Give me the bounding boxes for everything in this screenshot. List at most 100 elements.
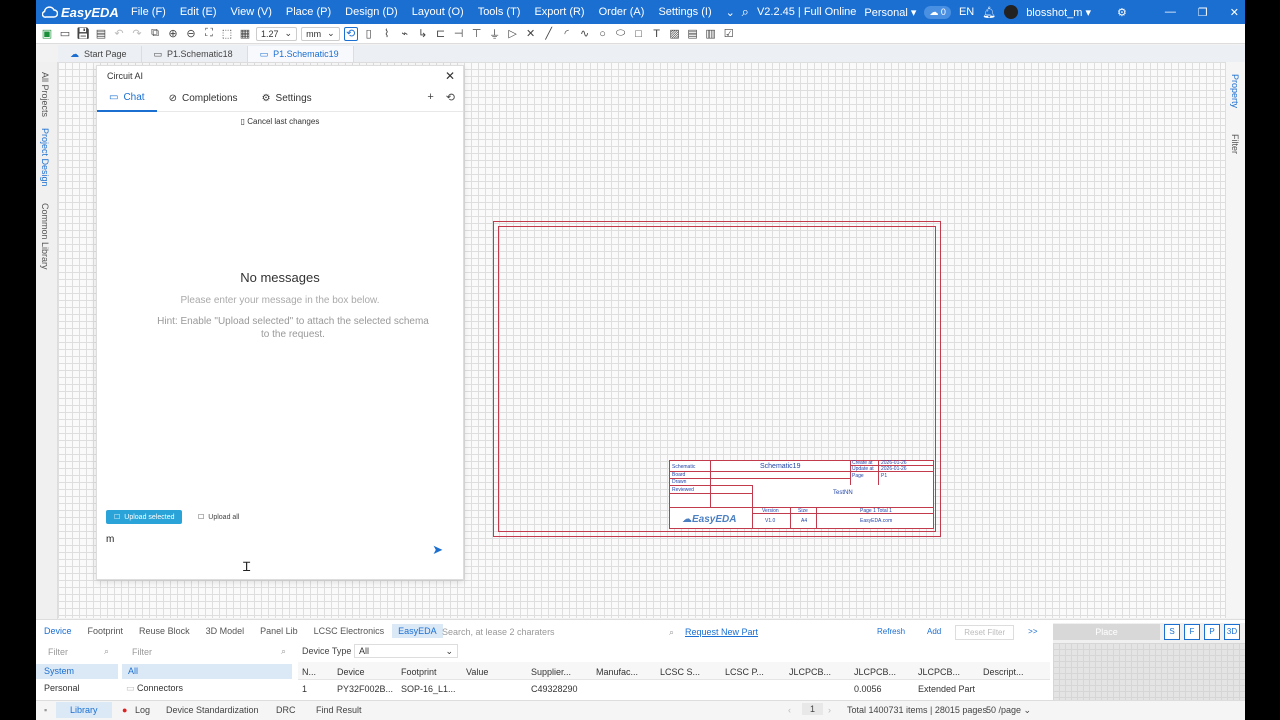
- upload-all-toggle[interactable]: ☐ Upload all: [192, 510, 245, 524]
- page-number[interactable]: 1: [802, 703, 824, 715]
- rail-project-design[interactable]: Project Design: [40, 128, 50, 187]
- view-symbol-button[interactable]: S: [1164, 624, 1180, 640]
- request-new-part-link[interactable]: Request New Part: [685, 627, 758, 637]
- tab-3d-model[interactable]: 3D Model: [198, 626, 253, 636]
- next-page-icon[interactable]: ›: [828, 705, 831, 715]
- bell-icon[interactable]: 🔔︎: [982, 6, 996, 19]
- new-chat-icon[interactable]: +: [427, 91, 433, 104]
- text-icon[interactable]: T: [650, 27, 664, 41]
- zoom-area-icon[interactable]: ⬚: [220, 27, 234, 41]
- status-tab-device-standardization[interactable]: Device Standardization: [166, 705, 259, 715]
- col-value[interactable]: Value: [466, 667, 488, 677]
- fit-icon[interactable]: ⛶: [202, 27, 216, 41]
- rail-filter[interactable]: Filter: [1230, 134, 1240, 154]
- status-tab-library[interactable]: Library: [56, 702, 112, 718]
- library-row-system[interactable]: System: [36, 664, 118, 679]
- col-n[interactable]: N...: [302, 667, 316, 677]
- tab-chat[interactable]: ▭ Chat: [97, 86, 157, 112]
- bus-icon[interactable]: ⌁: [398, 27, 412, 41]
- tab-lcsc-electronics[interactable]: LCSC Electronics: [306, 626, 393, 636]
- undo-icon[interactable]: ↶: [112, 27, 126, 41]
- status-tab-log[interactable]: Log: [135, 705, 150, 715]
- status-tab-find-result[interactable]: Find Result: [316, 705, 362, 715]
- col-description[interactable]: Descript...: [983, 667, 1024, 677]
- tab-schematic19[interactable]: ▭ P1.Schematic19: [247, 46, 354, 62]
- tab-device[interactable]: Device: [36, 626, 80, 636]
- library-filter-input[interactable]: Filter: [48, 647, 68, 657]
- menu-view[interactable]: View (V): [224, 6, 279, 19]
- cancel-last-changes-button[interactable]: ▯ Cancel last changes: [97, 112, 463, 126]
- copy-icon[interactable]: ⧉: [148, 27, 162, 41]
- wire-icon[interactable]: ⌇: [380, 27, 394, 41]
- rail-property[interactable]: Property: [1230, 74, 1240, 108]
- save-icon[interactable]: 💾︎: [76, 27, 90, 41]
- col-footprint[interactable]: Footprint: [401, 667, 437, 677]
- bom-icon[interactable]: ▥: [704, 27, 718, 41]
- menu-file[interactable]: File (F): [124, 6, 173, 19]
- cross-icon[interactable]: ✕: [524, 27, 538, 41]
- tab-settings[interactable]: ⚙ Settings: [250, 86, 324, 112]
- language-button[interactable]: EN: [959, 6, 974, 18]
- rail-common-library[interactable]: Common Library: [40, 203, 50, 270]
- col-lcsc-stock[interactable]: LCSC S...: [660, 667, 700, 677]
- search-icon[interactable]: ⌕: [281, 646, 286, 657]
- new-project-icon[interactable]: ▣: [40, 27, 54, 41]
- drc-icon[interactable]: ☑: [722, 27, 736, 41]
- tab-start-page[interactable]: ☁ Start Page: [58, 46, 142, 62]
- menu-export[interactable]: Export (R): [527, 6, 591, 19]
- avatar[interactable]: [1004, 5, 1019, 19]
- chat-input[interactable]: [106, 532, 406, 546]
- col-supplier[interactable]: Supplier...: [531, 667, 571, 677]
- col-lcsc-price[interactable]: LCSC P...: [725, 667, 764, 677]
- gear-icon[interactable]: ⚙: [1117, 6, 1127, 19]
- status-tab-drc[interactable]: DRC: [276, 705, 296, 715]
- image-icon[interactable]: ▨: [668, 27, 682, 41]
- grid-size-select[interactable]: 1.27 ⌄: [256, 26, 298, 41]
- component-icon[interactable]: ▯: [362, 27, 376, 41]
- view-footprint-button[interactable]: F: [1184, 624, 1200, 640]
- rectangle-icon[interactable]: □: [632, 27, 646, 41]
- arc-icon[interactable]: ◜: [560, 27, 574, 41]
- save-all-icon[interactable]: ▤: [94, 27, 108, 41]
- view-pcb-button[interactable]: P: [1204, 624, 1220, 640]
- rail-all-projects[interactable]: All Projects: [40, 72, 50, 117]
- col-jlcpcb-2[interactable]: JLCPCB...: [854, 667, 896, 677]
- net-port-icon[interactable]: ⊣: [452, 27, 466, 41]
- close-icon[interactable]: ✕: [445, 69, 455, 83]
- search-icon[interactable]: ⌕: [669, 627, 674, 638]
- category-filter-input[interactable]: Filter: [132, 647, 152, 657]
- device-type-select[interactable]: All ⌄: [354, 644, 458, 658]
- menu-place[interactable]: Place (P): [279, 6, 338, 19]
- circle-icon[interactable]: ○: [596, 27, 610, 41]
- library-search-input[interactable]: Search, at lease 2 charaters ⌕: [438, 625, 678, 639]
- tab-completions[interactable]: ⊘ Completions: [157, 86, 250, 112]
- table-icon[interactable]: ▤: [686, 27, 700, 41]
- tab-easyeda[interactable]: EasyEDA: [392, 624, 443, 638]
- menu-design[interactable]: Design (D): [338, 6, 405, 19]
- no-connect-icon[interactable]: ⊤: [470, 27, 484, 41]
- tab-footprint[interactable]: Footprint: [80, 626, 132, 636]
- mode-select[interactable]: Personal ▾: [864, 6, 916, 19]
- search-icon[interactable]: ⌕: [104, 646, 109, 657]
- category-row-connectors[interactable]: ▭ Connectors: [126, 683, 183, 694]
- menu-order[interactable]: Order (A): [592, 6, 652, 19]
- line-icon[interactable]: ╱: [542, 27, 556, 41]
- library-row-personal[interactable]: Personal: [44, 683, 80, 693]
- tab-panel-lib[interactable]: Panel Lib: [252, 626, 306, 636]
- search-icon[interactable]: ⌕: [742, 4, 749, 20]
- grid-icon[interactable]: ▦: [238, 27, 252, 41]
- open-icon[interactable]: ▭: [58, 27, 72, 41]
- unit-select[interactable]: mm ⌄: [301, 26, 340, 41]
- close-window-icon[interactable]: ✕: [1230, 6, 1239, 19]
- ellipse-icon[interactable]: ⬭: [614, 27, 628, 41]
- col-manufacturer[interactable]: Manufac...: [596, 667, 638, 677]
- menu-tools[interactable]: Tools (T): [471, 6, 528, 19]
- upload-selected-toggle[interactable]: ☐ Upload selected: [106, 510, 183, 524]
- menu-edit[interactable]: Edit (E): [173, 6, 224, 19]
- menu-layout[interactable]: Layout (O): [405, 6, 471, 19]
- view-3d-button[interactable]: 3D: [1224, 624, 1240, 640]
- more-button[interactable]: >>: [1020, 625, 1045, 640]
- zoom-out-icon[interactable]: ⊖: [184, 27, 198, 41]
- send-icon[interactable]: ➤: [432, 542, 443, 558]
- restore-icon[interactable]: ❐: [1198, 6, 1208, 19]
